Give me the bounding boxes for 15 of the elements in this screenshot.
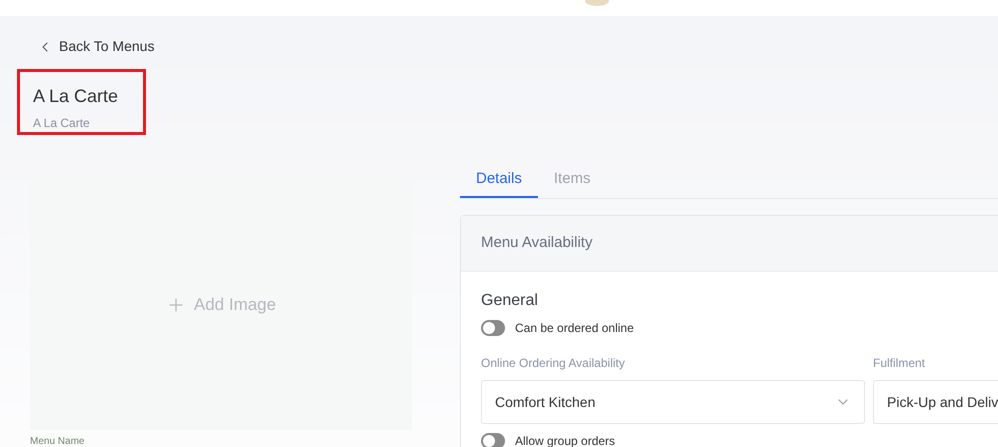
- location-dropdown[interactable]: Comfort Kitchen: [481, 380, 865, 424]
- menu-title: A La Carte: [33, 86, 120, 106]
- menu-subtitle: A La Carte: [33, 115, 91, 132]
- card-title: Menu Availability: [481, 233, 592, 254]
- fulfilment-field[interactable]: Pick-Up and Deliv: [873, 380, 998, 424]
- section-heading: General: [481, 291, 539, 311]
- back-link[interactable]: Back To Menus: [37, 36, 154, 57]
- toggle-switch[interactable]: [481, 320, 505, 336]
- logo-icon: [584, 0, 610, 6]
- toggle-label: Can be ordered online: [515, 320, 634, 337]
- field-label: Online Ordering Availability: [481, 355, 626, 372]
- field-label: Fulfilment: [873, 355, 926, 372]
- field-label: Menu Name: [30, 436, 86, 447]
- toggle-switch[interactable]: [481, 433, 505, 447]
- tab[interactable]: Details: [460, 163, 538, 198]
